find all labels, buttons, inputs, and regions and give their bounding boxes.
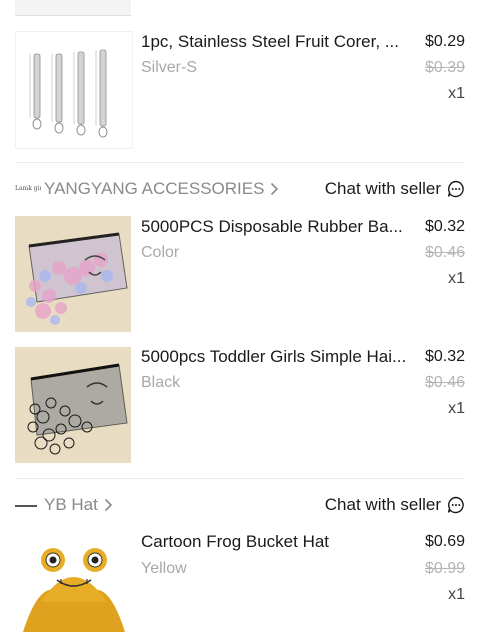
chat-bubble-icon (447, 496, 464, 514)
product-quantity: x1 (448, 85, 465, 102)
product-variant: Yellow (141, 560, 187, 577)
chevron-right-icon (271, 182, 279, 196)
chat-with-seller-button[interactable]: Chat with seller (325, 494, 465, 516)
product-variant: Black (141, 374, 181, 391)
product-original-price: $0.99 (424, 560, 465, 577)
hair-ties-illustration (27, 363, 128, 455)
store-name-link[interactable]: YANGYANG ACCESSORIES (44, 178, 279, 200)
product-title[interactable]: 1pc, Stainless Steel Fruit Corer, ... (141, 31, 411, 53)
frog-hat-illustration (23, 548, 125, 632)
store-logo (15, 505, 37, 507)
product-original-price: $0.46 (424, 374, 465, 391)
chat-label: Chat with seller (324, 179, 441, 198)
product-title[interactable]: Cartoon Frog Bucket Hat (141, 531, 391, 553)
previous-product-image[interactable] (15, 0, 131, 16)
store-logo: Lamk girl (15, 185, 41, 192)
product-quantity: x1 (448, 586, 465, 603)
product-price: $0.29 (424, 33, 465, 50)
product-price: $0.32 (424, 218, 465, 235)
rubber-bands-illustration (26, 232, 128, 325)
chevron-right-icon (104, 498, 112, 512)
product-price: $0.69 (424, 533, 465, 550)
fruit-corer-illustration (29, 49, 108, 138)
product-image-fruit-corer[interactable] (15, 31, 133, 149)
product-image-hair-ties[interactable] (15, 347, 131, 463)
product-image-rubber-bands[interactable] (15, 216, 131, 332)
product-variant: Color (141, 244, 180, 261)
product-price: $0.32 (424, 348, 465, 365)
section-divider (15, 162, 465, 163)
product-quantity: x1 (448, 270, 465, 287)
product-variant: Silver-S (141, 59, 198, 76)
store-name: YB Hat (44, 495, 98, 514)
product-original-price: $0.39 (424, 59, 465, 76)
product-original-price: $0.46 (424, 244, 465, 261)
section-divider (15, 478, 465, 479)
product-title[interactable]: 5000PCS Disposable Rubber Ba... (141, 216, 411, 238)
product-quantity: x1 (448, 400, 465, 417)
chat-with-seller-button[interactable]: Chat with seller (325, 178, 465, 200)
chat-label: Chat with seller (324, 495, 441, 514)
store-name-link[interactable]: YB Hat (44, 494, 113, 516)
store-name: YANGYANG ACCESSORIES (44, 179, 265, 198)
product-image-frog-hat[interactable] (15, 532, 131, 640)
product-title[interactable]: 5000pcs Toddler Girls Simple Hai... (141, 346, 411, 368)
chat-bubble-icon (447, 180, 464, 198)
